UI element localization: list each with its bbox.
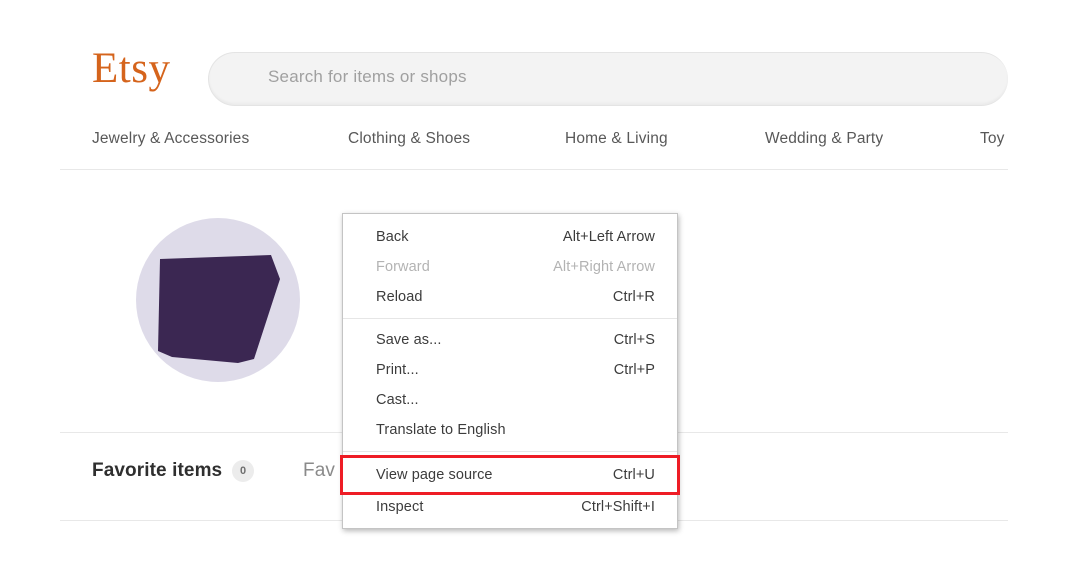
menu-item-cast-label: Cast...: [376, 392, 419, 408]
tab-favorite-items[interactable]: Favorite items: [92, 460, 222, 482]
user-avatar-placeholder-icon: [158, 255, 280, 363]
menu-item-cast[interactable]: Cast...: [343, 385, 677, 415]
menu-item-reload-label: Reload: [376, 289, 423, 305]
nav-item-toys[interactable]: Toy: [980, 130, 1005, 148]
nav-divider: [60, 169, 1008, 170]
browser-context-menu: Back Alt+Left Arrow Forward Alt+Right Ar…: [340, 213, 680, 529]
search-placeholder-text: Search for items or shops: [268, 67, 467, 86]
menu-separator-2: [343, 451, 677, 452]
menu-item-back[interactable]: Back Alt+Left Arrow: [343, 222, 677, 252]
menu-item-translate-label: Translate to English: [376, 422, 506, 438]
menu-item-inspect[interactable]: Inspect Ctrl+Shift+I: [343, 492, 677, 522]
menu-item-save-as[interactable]: Save as... Ctrl+S: [343, 325, 677, 355]
nav-item-wedding-party[interactable]: Wedding & Party: [765, 130, 883, 148]
menu-item-reload-shortcut: Ctrl+R: [612, 289, 655, 305]
menu-item-back-shortcut: Alt+Left Arrow: [562, 229, 655, 245]
menu-item-forward-shortcut: Alt+Right Arrow: [553, 259, 655, 275]
tab-favorite-shops[interactable]: Fav: [303, 460, 335, 482]
menu-separator-1: [343, 318, 677, 319]
menu-item-print-label: Print...: [376, 362, 419, 378]
menu-item-save-as-label: Save as...: [376, 332, 442, 348]
etsy-logo[interactable]: Etsy: [92, 46, 170, 92]
menu-item-view-page-source[interactable]: View page source Ctrl+U: [340, 455, 680, 495]
menu-item-translate[interactable]: Translate to English: [343, 415, 677, 445]
menu-item-view-page-source-label: View page source: [376, 467, 493, 483]
nav-item-jewelry-accessories[interactable]: Jewelry & Accessories: [92, 130, 249, 148]
screenshot-root: Etsy Search for items or shops Jewelry &…: [0, 0, 1072, 576]
menu-item-print-shortcut: Ctrl+P: [613, 362, 655, 378]
menu-item-print[interactable]: Print... Ctrl+P: [343, 355, 677, 385]
menu-item-inspect-shortcut: Ctrl+Shift+I: [581, 499, 655, 515]
menu-item-forward: Forward Alt+Right Arrow: [343, 252, 677, 282]
nav-item-clothing-shoes[interactable]: Clothing & Shoes: [348, 130, 470, 148]
favorite-items-count-badge: 0: [232, 460, 254, 482]
search-bar[interactable]: Search for items or shops: [208, 52, 1008, 106]
menu-item-back-label: Back: [376, 229, 409, 245]
category-nav: Jewelry & Accessories Clothing & Shoes H…: [60, 130, 1008, 170]
menu-item-view-page-source-shortcut: Ctrl+U: [612, 467, 655, 483]
nav-item-home-living[interactable]: Home & Living: [565, 130, 668, 148]
menu-item-inspect-label: Inspect: [376, 499, 424, 515]
menu-item-forward-label: Forward: [376, 259, 430, 275]
menu-item-reload[interactable]: Reload Ctrl+R: [343, 282, 677, 312]
menu-item-save-as-shortcut: Ctrl+S: [613, 332, 655, 348]
site-header: Etsy Search for items or shops: [60, 22, 1008, 118]
